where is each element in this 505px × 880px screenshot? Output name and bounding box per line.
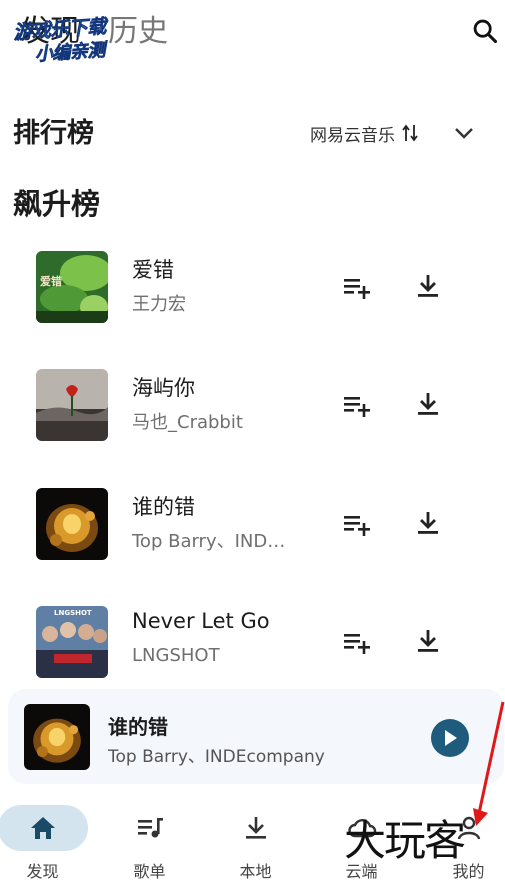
nav-label: 发现 [26,862,59,880]
song-title: Never Let Go [132,609,270,633]
album-cover [36,369,108,441]
song-row[interactable]: 谁的错 Top Barry、IND… [0,477,505,577]
player-cover [24,704,90,770]
mini-player[interactable]: 谁的错 Top Barry、INDEcompany [8,689,504,784]
download-icon [245,817,266,839]
nav-label: 歌单 [133,862,166,880]
download-button[interactable] [412,270,444,302]
watermark-logo: 游戏乐下载 小编亲测 [10,10,131,70]
search-icon [473,19,498,44]
add-to-playlist-button[interactable] [340,272,374,302]
source-selector[interactable]: 网易云音乐 [310,118,419,148]
song-title: 爱错 [132,258,174,282]
playlist-add-icon [344,397,370,417]
song-row[interactable]: 爱错 爱错 王力宏 [0,240,505,340]
album-cover [36,488,108,560]
playlist-add-icon [344,516,370,536]
download-button[interactable] [412,507,444,539]
playlist-add-icon [344,634,370,654]
chart-title: 飙升榜 [13,187,101,221]
cover-text: LNGSHOT [54,609,92,617]
nav-discover[interactable]: 发现 [0,800,93,880]
player-title: 谁的错 [108,715,168,739]
search-button[interactable] [468,14,502,48]
expand-button[interactable] [450,119,478,147]
song-row[interactable]: LNGSHOT Never Let Go LNGSHOT [0,595,505,695]
download-icon [418,393,438,415]
home-icon [30,817,55,839]
album-cover: 爱错 [36,251,108,323]
download-icon [418,512,438,534]
swap-vert-icon [401,123,419,143]
cover-text: 爱错 [40,275,62,288]
playlist-add-icon [344,279,370,299]
watermark-brand: 大玩客 [344,816,466,865]
add-to-playlist-button[interactable] [340,509,374,539]
nav-label: 本地 [239,862,272,880]
playlist-icon [137,818,163,838]
add-to-playlist-button[interactable] [340,390,374,420]
add-to-playlist-button[interactable] [340,627,374,657]
download-button[interactable] [412,388,444,420]
song-artist: Top Barry、IND… [132,531,286,552]
play-icon [445,730,457,746]
watermark-line2: 小编亲测 [34,39,106,66]
play-button[interactable] [431,719,469,757]
song-artist: 王力宏 [132,294,186,315]
song-row[interactable]: 海屿你 马也_Crabbit [0,358,505,458]
song-artist: 马也_Crabbit [132,412,243,433]
player-artist: Top Barry、INDEcompany [108,747,325,767]
annotation-arrow-icon [473,701,505,826]
nav-indicator [0,805,88,851]
source-label: 网易云音乐 [310,125,395,146]
song-title: 海屿你 [132,376,195,400]
song-artist: LNGSHOT [132,645,220,666]
nav-local[interactable]: 本地 [205,800,306,880]
nav-playlists[interactable]: 歌单 [99,800,200,880]
nav-indicator [105,805,195,851]
download-icon [418,275,438,297]
ranking-title: 排行榜 [13,118,94,149]
download-icon [418,630,438,652]
download-button[interactable] [412,625,444,657]
nav-indicator [211,805,301,851]
chevron-down-icon [455,128,473,139]
song-title: 谁的错 [132,495,195,519]
album-cover: LNGSHOT [36,606,108,678]
